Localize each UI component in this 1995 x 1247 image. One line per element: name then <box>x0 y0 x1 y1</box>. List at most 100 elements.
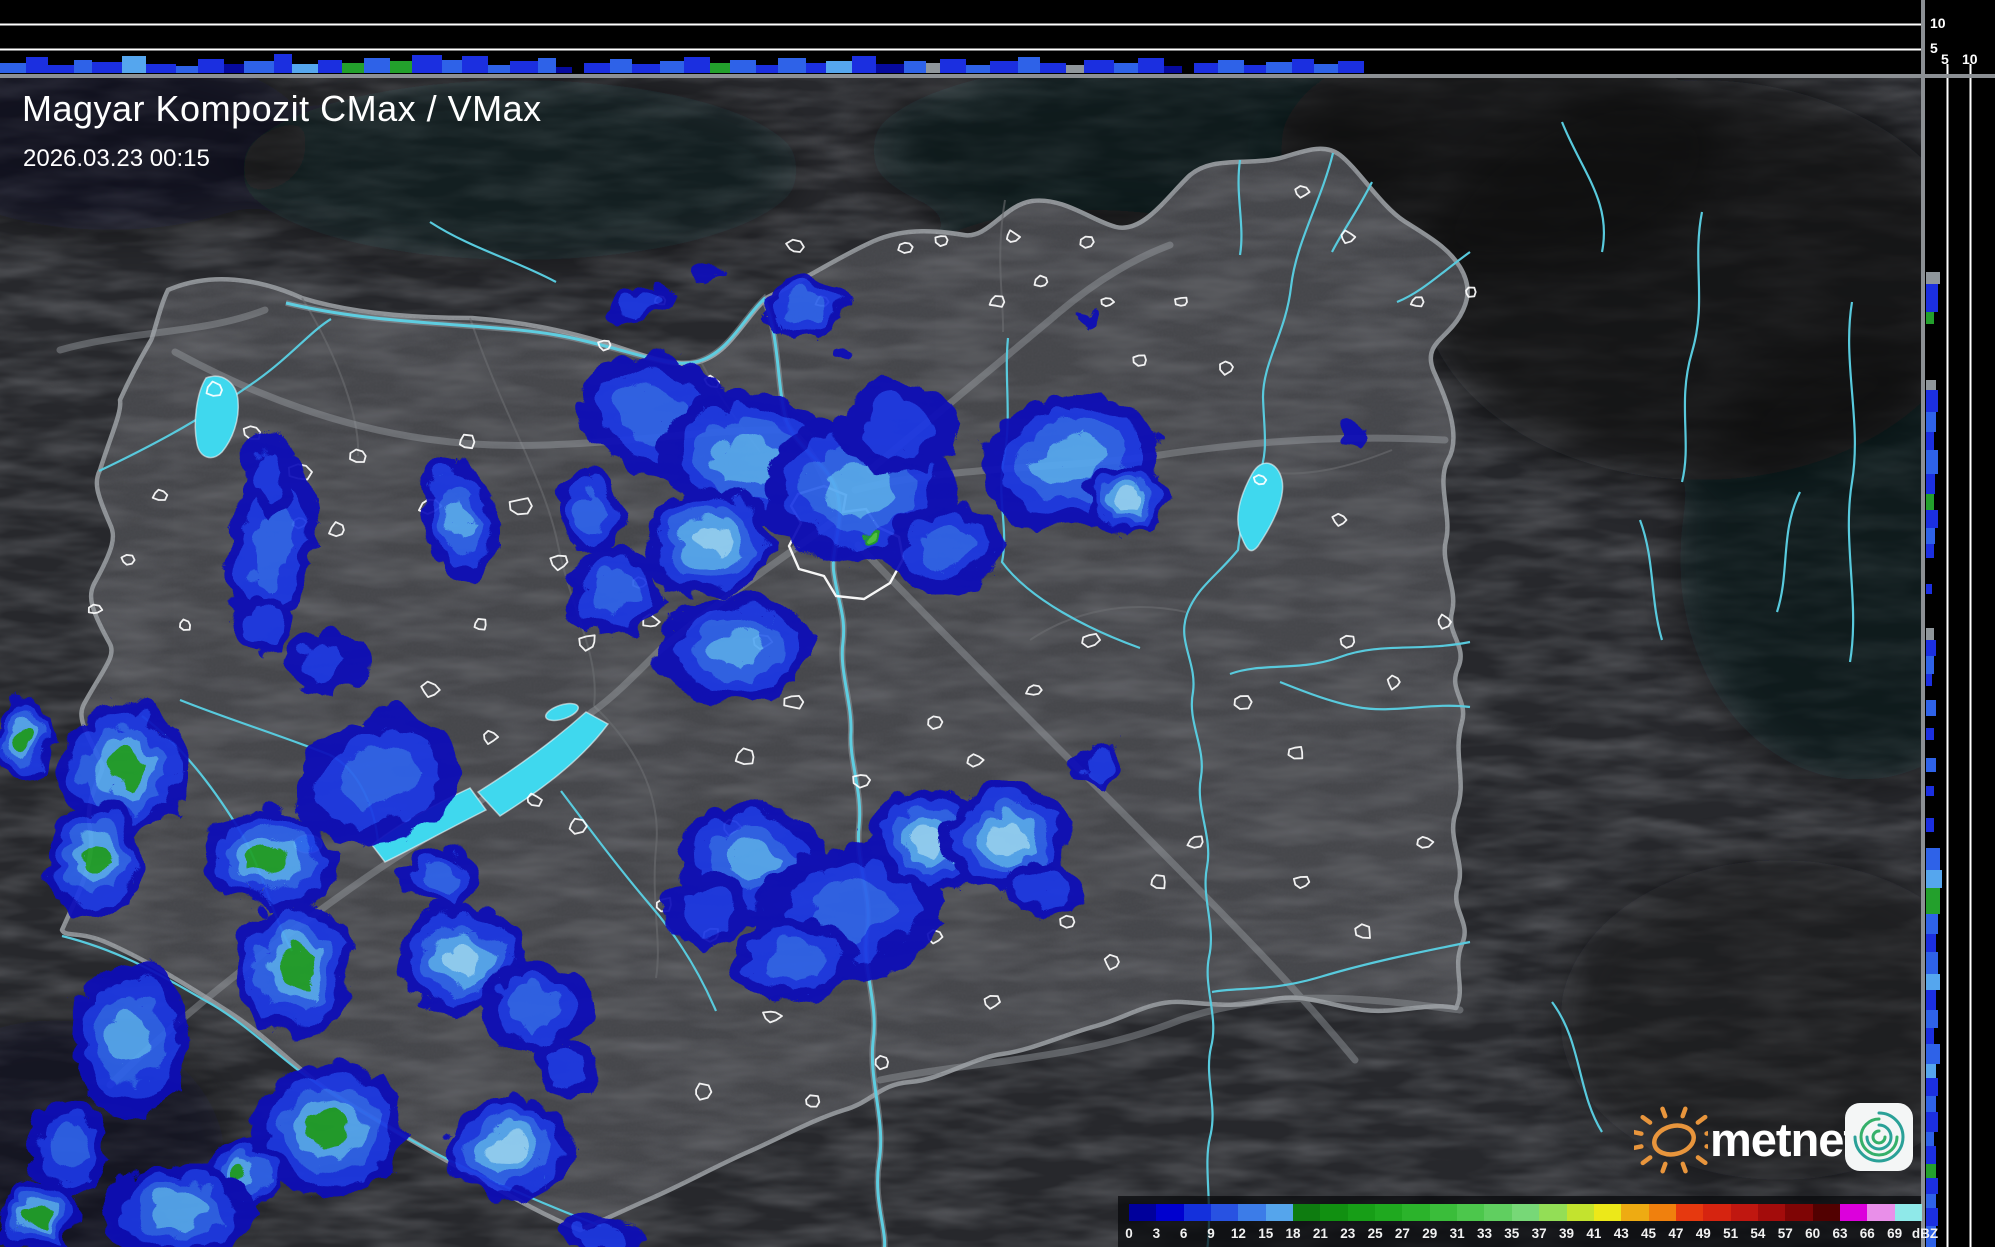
colorbar-label: 35 <box>1504 1226 1520 1241</box>
radar-app-window: Magyar Kompozit CMax / VMax 2026.03.23 0… <box>0 0 1995 1247</box>
echo-blob <box>639 480 771 590</box>
colorbar-segment <box>1812 1204 1840 1221</box>
echo-blob <box>882 494 998 586</box>
top-strip-echo-block <box>390 61 412 73</box>
colorbar-label: 47 <box>1668 1226 1684 1241</box>
sun-ray <box>1695 1114 1708 1125</box>
colorbar-label: 18 <box>1285 1226 1301 1241</box>
top-strip-echo-block <box>412 55 442 73</box>
main-map <box>0 78 1921 1247</box>
echo-layer <box>569 1215 621 1241</box>
top-strip-echo-block <box>198 59 224 73</box>
colorbar-label: 29 <box>1422 1226 1438 1241</box>
echo-blob <box>1332 419 1358 437</box>
sun-ray <box>1704 1144 1719 1151</box>
top-strip-tick-5: 5 <box>1930 40 1938 56</box>
colorbar-segment <box>1429 1204 1458 1221</box>
colorbar-segment <box>1703 1204 1731 1221</box>
right-strip-echo-block <box>1926 818 1934 832</box>
top-strip-echo-block <box>364 58 390 73</box>
echo-blob <box>230 594 290 646</box>
colorbar-segment <box>1566 1204 1594 1221</box>
colorbar-label: 21 <box>1312 1226 1328 1241</box>
colorbar-label: 41 <box>1586 1226 1602 1241</box>
echo-blob <box>551 463 619 547</box>
top-strip-echo-block <box>710 63 730 73</box>
echo-layer <box>1070 304 1094 320</box>
sun-ray <box>1629 1129 1644 1136</box>
top-strip-echo-block <box>1292 59 1314 73</box>
right-strip-echo-block <box>1926 640 1936 656</box>
right-strip-echo-block <box>1926 1064 1936 1078</box>
right-strip-echo-block <box>1926 1078 1938 1096</box>
colorbar-label: 54 <box>1750 1226 1766 1241</box>
right-strip-echo-block <box>1926 952 1938 974</box>
top-strip-echo-block <box>684 57 710 73</box>
sun-icon <box>1629 1106 1719 1174</box>
top-strip-echo-block <box>904 61 926 73</box>
right-strip-echo-block <box>1926 584 1932 594</box>
echo-blob <box>1082 458 1162 526</box>
right-strip-echo-block <box>1926 432 1934 450</box>
echo-layer <box>413 858 451 886</box>
right-strip-echo-block <box>1926 1096 1936 1112</box>
echo-layer <box>241 603 279 637</box>
top-strip-echo-block <box>292 64 318 73</box>
radar-composite-display <box>0 0 1995 1247</box>
colorbar-segment <box>1675 1204 1704 1221</box>
right-vmax-strip <box>1921 0 1995 1247</box>
right-strip-echo-block <box>1926 1194 1936 1208</box>
echo-blob <box>854 524 872 538</box>
right-strip-echo-block <box>1926 990 1936 1010</box>
top-strip-echo-block <box>632 64 660 73</box>
colorbar-segment <box>1484 1204 1512 1221</box>
page-title: Magyar Kompozit CMax / VMax <box>22 88 542 129</box>
right-strip-echo-block <box>1926 1112 1938 1132</box>
colorbar-label: 33 <box>1476 1226 1492 1241</box>
sun-ray <box>1660 1106 1668 1119</box>
colorbar-segment <box>1593 1204 1622 1221</box>
colorbar-segment <box>1347 1204 1376 1221</box>
echo-blob <box>726 910 850 994</box>
top-strip-echo-block <box>92 62 122 73</box>
echo-layer <box>1076 750 1108 774</box>
top-strip-echo-block <box>1138 58 1164 73</box>
echo-blob <box>660 869 740 941</box>
top-strip-echo-block <box>1218 60 1244 73</box>
sun-ray <box>1680 1106 1688 1119</box>
echo-layer <box>101 1003 143 1061</box>
colorbar-segment <box>1621 1204 1649 1221</box>
colorbar-label: 45 <box>1641 1226 1657 1241</box>
top-strip-echo-block <box>274 54 292 73</box>
top-strip-echo-block <box>510 61 538 73</box>
echo-layer <box>246 442 278 494</box>
top-vmax-strip <box>0 0 1921 74</box>
colorbar-unit: dBZ <box>1911 1226 1939 1241</box>
colorbar-segment <box>1265 1204 1294 1221</box>
colorbar-label: 12 <box>1230 1226 1246 1241</box>
top-strip-echo-block <box>1066 65 1084 73</box>
colorbar-segment <box>1648 1204 1676 1221</box>
right-strip-echo-block <box>1926 1028 1934 1044</box>
top-strip-echo-block <box>538 58 556 73</box>
top-strip-echo-block <box>1084 60 1114 73</box>
top-strip-echo-block <box>1114 63 1138 73</box>
colorbar-label: 0 <box>1125 1226 1133 1241</box>
right-strip-echo-block <box>1926 1146 1936 1164</box>
right-strip-echo-block <box>1926 272 1940 284</box>
echo-layer <box>272 941 308 983</box>
colorbar-segment <box>1156 1204 1184 1221</box>
colorbar-label: 23 <box>1340 1226 1356 1241</box>
top-strip-echo-block <box>756 65 778 73</box>
colorbar-segment <box>1867 1204 1895 1221</box>
right-strip-echo-block <box>1926 674 1932 686</box>
colorbar-segment <box>1730 1204 1758 1221</box>
echo-layer <box>73 834 103 870</box>
right-strip-echo-block <box>1926 700 1936 716</box>
top-strip-echo-block <box>442 60 462 73</box>
echo-blob <box>1070 304 1094 320</box>
top-strip-echo-block <box>806 63 826 73</box>
colorbar-segment <box>1238 1204 1266 1221</box>
colorbar-segment <box>1183 1204 1212 1221</box>
top-strip-echo-block <box>966 65 990 73</box>
